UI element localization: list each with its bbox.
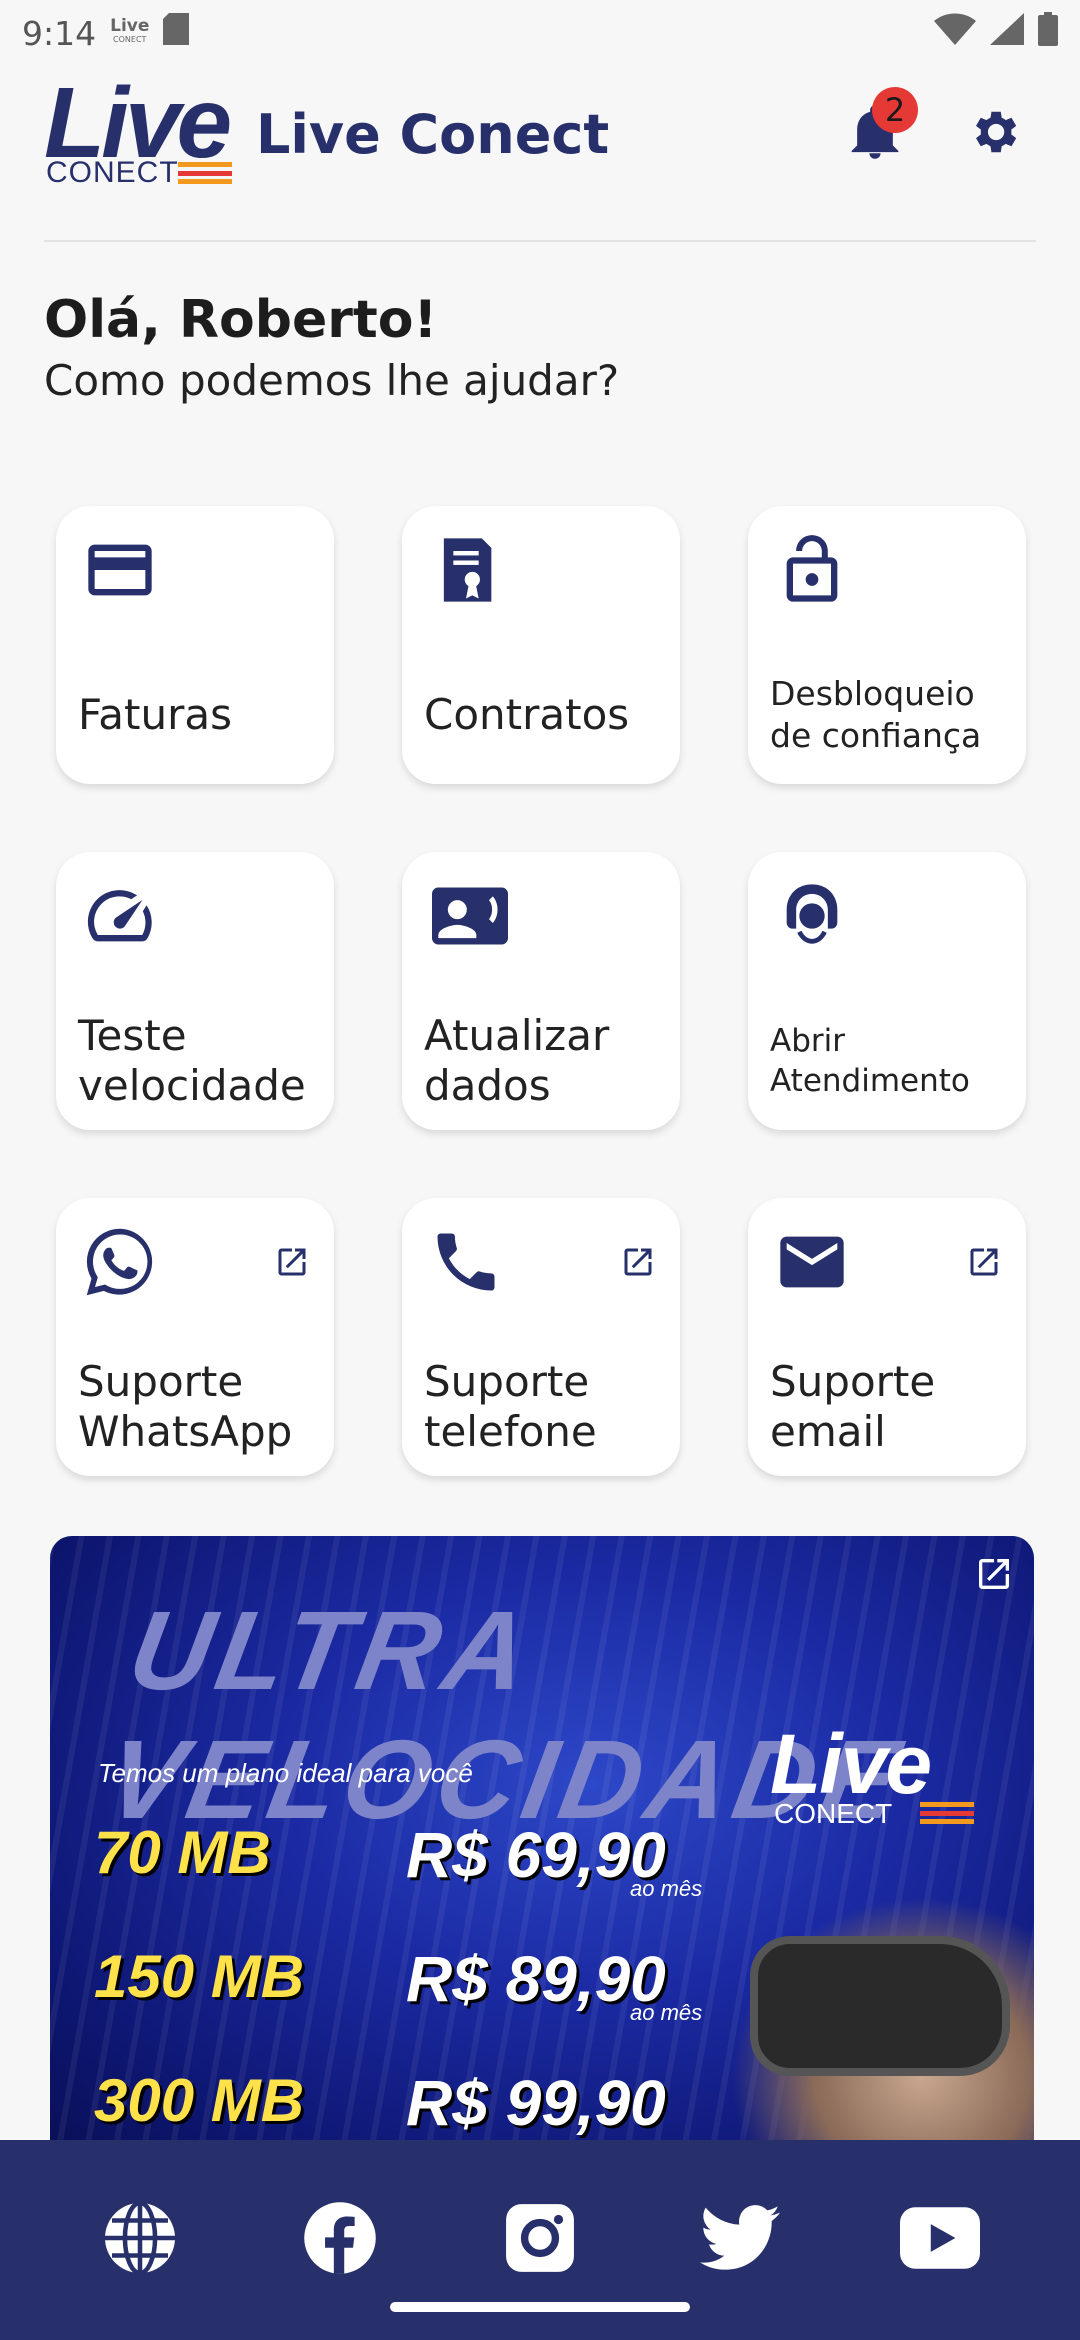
globe-icon bbox=[98, 2196, 182, 2284]
home-indicator[interactable] bbox=[390, 2302, 690, 2312]
menu-card-contratos[interactable]: Contratos bbox=[402, 506, 680, 784]
plan-period: ao mês bbox=[630, 1876, 703, 1901]
notification-badge: 2 bbox=[872, 87, 918, 133]
plan-price: R$ 69,90 bbox=[406, 1819, 666, 1891]
status-app-logo: Live CONECT bbox=[110, 16, 150, 47]
gear-icon bbox=[966, 111, 1022, 164]
speedometer-icon bbox=[82, 878, 158, 954]
notifications-button[interactable]: 2 bbox=[840, 87, 918, 169]
plan-speed: 150 MB bbox=[94, 1943, 305, 2010]
menu-card-suporte-email[interactable]: Suporte email bbox=[748, 1198, 1026, 1476]
unlock-icon bbox=[774, 532, 850, 608]
battery-icon bbox=[1038, 12, 1058, 54]
cell-signal-icon bbox=[990, 13, 1024, 53]
greeting-subtitle: Como podemos lhe ajudar? bbox=[44, 356, 620, 405]
credit-card-icon bbox=[82, 532, 158, 608]
vr-headset-image bbox=[750, 1936, 1010, 2076]
facebook-button[interactable] bbox=[295, 2195, 385, 2285]
twitter-button[interactable] bbox=[695, 2195, 785, 2285]
app-logo: Live CONECT bbox=[44, 67, 234, 194]
menu-card-label: Atualizar dados bbox=[424, 1011, 610, 1110]
menu-grid: Faturas Contratos Desbloqueio de confian… bbox=[56, 506, 1026, 1476]
banner-logo-sub: CONECT bbox=[774, 1798, 893, 1829]
app-header: Live CONECT Live Conect 2 bbox=[44, 67, 1036, 194]
phone-icon bbox=[428, 1224, 504, 1300]
website-button[interactable] bbox=[95, 2195, 185, 2285]
contract-icon bbox=[428, 532, 504, 608]
status-bar: 9:14 Live CONECT bbox=[0, 0, 1080, 66]
menu-card-abrir-atendimento[interactable]: Abrir Atendimento bbox=[748, 852, 1026, 1130]
plan-speed: 70 MB bbox=[94, 1819, 271, 1886]
email-icon bbox=[774, 1224, 850, 1300]
support-agent-icon bbox=[774, 878, 850, 954]
youtube-icon bbox=[900, 2207, 980, 2273]
header-divider bbox=[44, 240, 1036, 242]
twitter-icon bbox=[700, 2203, 780, 2277]
menu-card-label: Suporte telefone bbox=[424, 1357, 597, 1456]
menu-card-teste-velocidade[interactable]: Teste velocidade bbox=[56, 852, 334, 1130]
menu-card-desbloqueio[interactable]: Desbloqueio de confiança bbox=[748, 506, 1026, 784]
sd-card-icon bbox=[163, 13, 190, 53]
contact-card-icon bbox=[428, 878, 508, 954]
menu-card-label: Teste velocidade bbox=[78, 1011, 306, 1110]
menu-card-suporte-whatsapp[interactable]: Suporte WhatsApp bbox=[56, 1198, 334, 1476]
status-app-logo-main: Live bbox=[110, 16, 150, 36]
promo-banner[interactable]: ULTRA VELOCIDADE Temos um plano ideal pa… bbox=[50, 1536, 1034, 2156]
instagram-icon bbox=[503, 2201, 577, 2279]
logo-sub-text: CONECT bbox=[46, 156, 179, 189]
external-link-icon bbox=[966, 1244, 1002, 1280]
plan-speed: 300 MB bbox=[94, 2067, 305, 2134]
greeting-title: Olá, Roberto! bbox=[44, 290, 438, 350]
banner-logo-stripes bbox=[920, 1802, 974, 1824]
external-link-icon bbox=[620, 1244, 656, 1280]
plan-period: ao mês bbox=[630, 2000, 703, 2025]
wifi-icon bbox=[934, 13, 976, 53]
menu-card-label: Suporte email bbox=[770, 1357, 936, 1456]
menu-card-label: Contratos bbox=[424, 690, 630, 739]
app-title: Live Conect bbox=[256, 102, 610, 166]
status-app-logo-sub: CONECT bbox=[113, 35, 147, 44]
whatsapp-icon bbox=[82, 1224, 158, 1300]
instagram-button[interactable] bbox=[495, 2195, 585, 2285]
plan-price: R$ 99,90 bbox=[406, 2067, 666, 2139]
youtube-button[interactable] bbox=[895, 2195, 985, 2285]
banner-tagline: Temos um plano ideal para você bbox=[98, 1758, 473, 1788]
status-time: 9:14 bbox=[22, 13, 97, 53]
plan-price: R$ 89,90 bbox=[406, 1943, 666, 2015]
greeting: Olá, Roberto! Como podemos lhe ajudar? bbox=[44, 290, 619, 405]
menu-card-suporte-telefone[interactable]: Suporte telefone bbox=[402, 1198, 680, 1476]
menu-card-faturas[interactable]: Faturas bbox=[56, 506, 334, 784]
external-link-icon bbox=[974, 1554, 1014, 1594]
menu-card-label: Faturas bbox=[78, 690, 233, 739]
facebook-icon bbox=[301, 2199, 379, 2281]
settings-button[interactable] bbox=[966, 104, 1022, 164]
menu-card-atualizar-dados[interactable]: Atualizar dados bbox=[402, 852, 680, 1130]
logo-stripes bbox=[178, 162, 232, 184]
menu-card-label: Suporte WhatsApp bbox=[78, 1357, 293, 1456]
banner-logo: Live CONECT bbox=[770, 1716, 990, 1856]
menu-card-label: Abrir Atendimento bbox=[770, 1023, 970, 1099]
menu-card-label: Desbloqueio de confiança bbox=[770, 674, 982, 755]
external-link-icon bbox=[274, 1244, 310, 1280]
